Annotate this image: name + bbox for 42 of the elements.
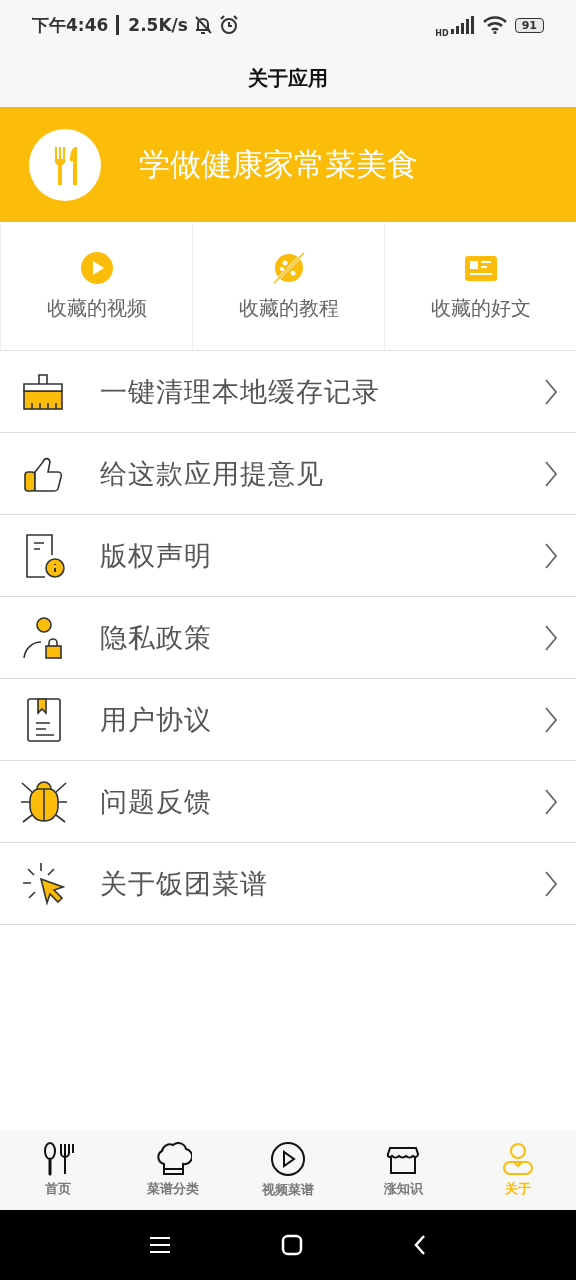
menu-item[interactable]: 隐私政策: [0, 597, 576, 679]
home-button-icon[interactable]: [281, 1234, 303, 1256]
menu-icon[interactable]: [149, 1235, 171, 1255]
chevron-right-icon: [544, 705, 558, 734]
bookmarked-document-icon: [24, 696, 64, 743]
chevron-right-icon: [544, 541, 558, 570]
menu-item[interactable]: 版权声明: [0, 515, 576, 597]
planet-icon: [271, 250, 306, 285]
divider-bar-icon: [116, 15, 121, 35]
chevron-right-icon: [544, 869, 558, 898]
user-profile-icon: [502, 1142, 535, 1176]
pointer-click-icon: [21, 860, 67, 907]
chevron-right-icon: [544, 459, 558, 488]
menu-item[interactable]: 问题反馈: [0, 761, 576, 843]
clock-time: 下午4:46: [32, 13, 109, 37]
chevron-right-icon: [544, 623, 558, 652]
signal-icon: [450, 16, 475, 34]
nav-tab[interactable]: 菜谱分类: [115, 1130, 231, 1210]
back-icon[interactable]: [413, 1234, 427, 1256]
nav-tab[interactable]: 首页: [0, 1130, 116, 1210]
utensils-logo-icon: [29, 128, 101, 201]
spoon-fork-icon: [41, 1142, 74, 1176]
page-title: 关于应用: [248, 65, 328, 92]
brush-icon: [22, 371, 66, 412]
favorite-shortcut[interactable]: 收藏的教程: [192, 222, 384, 350]
play-icon: [79, 250, 114, 285]
menu-item[interactable]: 关于饭团菜谱: [0, 843, 576, 925]
favorite-shortcut[interactable]: 收藏的好文: [384, 222, 576, 350]
battery-indicator: 91: [514, 17, 544, 33]
network-type: HD: [435, 28, 449, 38]
menu-item[interactable]: 一键清理本地缓存记录: [0, 351, 576, 433]
banner-slogan: 学做健康家常菜美食: [139, 144, 418, 184]
network-speed: 2.5K/s: [128, 15, 188, 35]
favorite-shortcut[interactable]: 收藏的视频: [0, 222, 192, 350]
nav-tab[interactable]: 涨知识: [345, 1130, 461, 1210]
menu-item[interactable]: 给这款应用提意见: [0, 433, 576, 515]
chevron-right-icon: [544, 787, 558, 816]
wifi-icon: [482, 16, 507, 34]
nav-tab[interactable]: 视频菜谱: [230, 1130, 346, 1210]
play-circle-icon: [270, 1141, 306, 1177]
chevron-right-icon: [544, 377, 558, 406]
menu-item[interactable]: 用户协议: [0, 679, 576, 761]
